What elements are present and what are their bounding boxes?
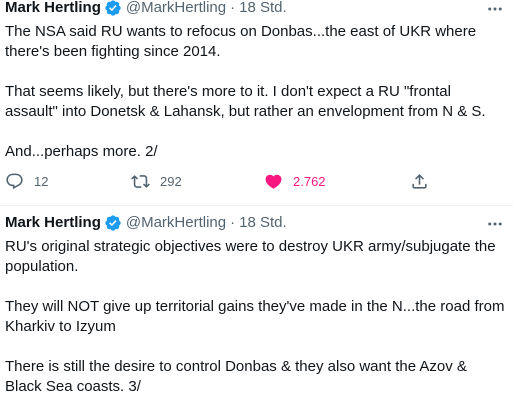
author-handle[interactable]: @MarkHertling [126,0,226,18]
tweet-2[interactable]: Mark Hertling @MarkHertling · 18 Std. RU… [0,206,513,406]
tweet-paragraph: That seems likely, but there's more to i… [5,83,486,120]
more-options-icon[interactable] [486,0,504,18]
separator-dot: · [230,0,236,16]
share-icon [412,173,427,189]
tweet-actions: 12 292 2.762 [0,168,513,194]
author-name[interactable]: Mark Hertling [5,213,101,233]
like-count: 2.762 [293,173,326,189]
reply-count: 12 [34,173,49,189]
tweet-header: Mark Hertling @MarkHertling · 18 Std. [5,0,287,18]
retweet-button[interactable]: 292 [131,168,182,194]
tweet-paragraph: There is still the desire to control Don… [5,358,467,395]
tweet-paragraph: And...perhaps more. 2/ [5,143,158,160]
retweet-icon [131,174,150,188]
verified-badge-icon [104,214,122,232]
tweet-timestamp[interactable]: 18 Std. [239,0,287,18]
tweet-paragraph: They will NOT give up territorial gains … [5,298,505,335]
author-name[interactable]: Mark Hertling [5,0,101,18]
like-button[interactable]: 2.762 [264,168,326,194]
tweet-paragraph: The NSA said RU wants to refocus on Donb… [5,23,477,60]
tweet-header: Mark Hertling @MarkHertling · 18 Std. [5,213,287,233]
separator-dot: · [230,214,236,231]
reply-button[interactable]: 12 [5,168,48,194]
tweet-text: RU's original strategic objectives were … [5,237,505,397]
share-button[interactable] [410,168,429,194]
tweet-1[interactable]: Mark Hertling @MarkHertling · 18 Std. Th… [0,0,513,206]
tweet-text: The NSA said RU wants to refocus on Donb… [5,22,505,162]
reply-icon [6,173,23,189]
verified-badge-icon [104,0,122,17]
tweet-paragraph: RU's original strategic objectives were … [5,238,496,275]
heart-filled-icon [265,174,282,189]
retweet-count: 292 [160,173,182,189]
author-handle[interactable]: @MarkHertling [126,213,226,233]
tweet-timestamp[interactable]: 18 Std. [239,213,287,233]
more-options-icon[interactable] [486,215,504,233]
